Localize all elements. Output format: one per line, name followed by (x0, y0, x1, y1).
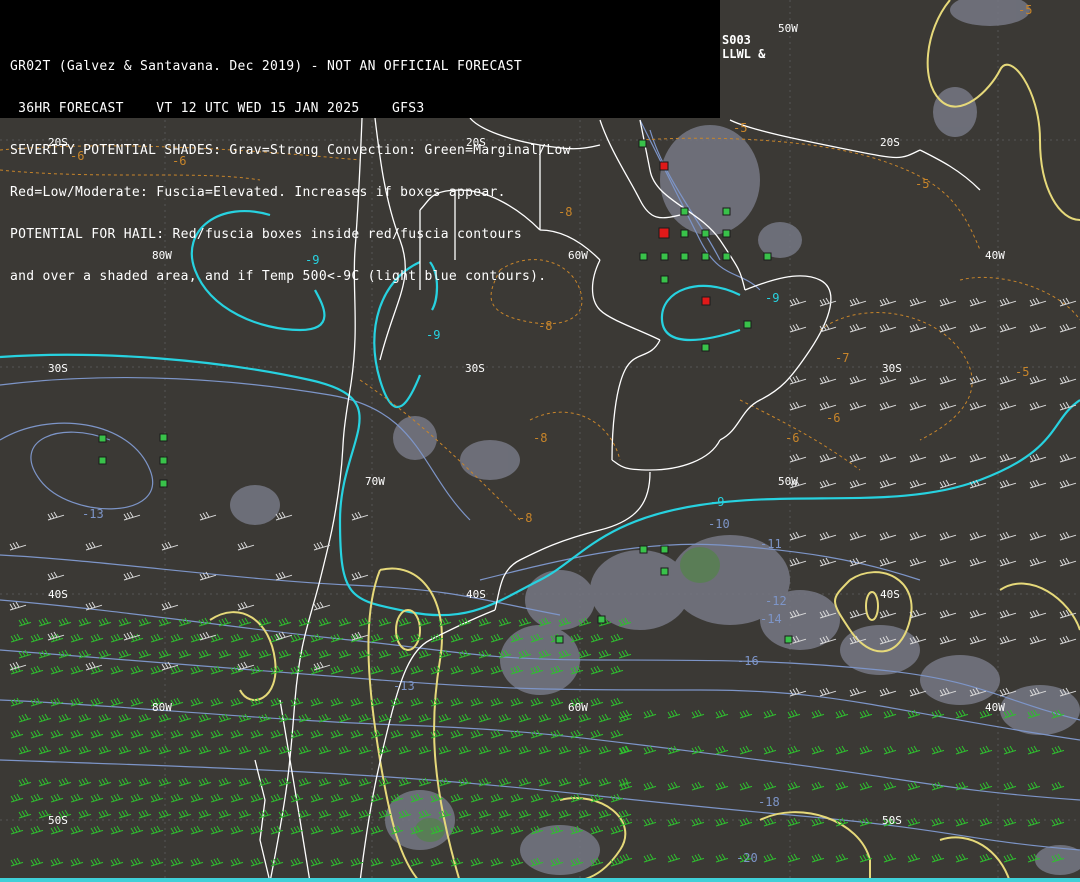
temp-contour-label: -13 (82, 507, 104, 521)
forecast-header: GR02T (Galvez & Santavana. Dec 2019) - N… (0, 0, 720, 284)
temp-contour-label: -5 (733, 121, 747, 135)
grid-label: 30S (48, 362, 68, 375)
temp-contour-label: -6 (785, 431, 799, 445)
temp-contour-label: -9 (710, 495, 724, 509)
grid-label: 60W (568, 701, 588, 714)
grid-label: 20S (880, 136, 900, 149)
temp-contour-label: -13 (393, 679, 415, 693)
temp-contour-label: -5 (1015, 365, 1029, 379)
grid-label: 70W (365, 475, 385, 488)
header-line-1: GR02T (Galvez & Santavana. Dec 2019) - N… (10, 60, 522, 74)
grid-label: 40W (985, 701, 1005, 714)
grid-label: 30S (465, 362, 485, 375)
temp-contour-label: -18 (758, 795, 780, 809)
grid-label: 40S (48, 588, 68, 601)
header-line-4: Red=Low/Moderate: Fuscia=Elevated. Incre… (10, 186, 506, 200)
header-line-2: 36HR FORECAST VT 12 UTC WED 15 JAN 2025 … (10, 102, 425, 116)
bottom-strip (0, 878, 1080, 882)
station-code: S003 LLWL & (722, 33, 765, 61)
station-code-top: S003 (722, 33, 751, 47)
forecast-map: 50W 20S 20S 20S 80W 60W 40W 30S 30S 30S 70W 50W 40S 4… (0, 0, 1080, 882)
temp-contour-label: -5 (915, 177, 929, 191)
temp-contour-label: -7 (835, 351, 849, 365)
grid-label: 40S (880, 588, 900, 601)
temp-contour-label: -9 (765, 291, 779, 305)
temp-contour-label: -8 (533, 431, 547, 445)
grid-label: 50W (778, 475, 798, 488)
grid-label: 50S (48, 814, 68, 827)
temp-contour-label: -16 (737, 654, 759, 668)
temp-contour-label: -5 (1018, 3, 1032, 17)
temp-contour-label: -8 (538, 319, 552, 333)
temp-contour-label: -12 (765, 594, 787, 608)
temp-contour-label: -20 (736, 851, 758, 865)
grid-label: 40S (466, 588, 486, 601)
temp-contour-label: -10 (708, 517, 730, 531)
temp-contour-label: -8 (518, 511, 532, 525)
station-code-bottom: LLWL & (722, 47, 766, 61)
grid-label: 30S (882, 362, 902, 375)
temp-contour-label: -6 (826, 411, 840, 425)
temp-contour-label: -11 (760, 537, 782, 551)
header-line-6: and over a shaded area, and if Temp 500<… (10, 270, 547, 284)
grid-label: 40W (985, 249, 1005, 262)
grid-label: 80W (152, 701, 172, 714)
temp-contour-label: -9 (426, 328, 440, 342)
grid-label: 50S (882, 814, 902, 827)
temp-contour-label: -14 (760, 612, 782, 626)
header-line-5: POTENTIAL FOR HAIL: Red/fuscia boxes ins… (10, 228, 522, 242)
grid-label: 50W (778, 22, 798, 35)
header-line-3: SEVERITY POTENTIAL SHADES: Grav=Strong C… (10, 144, 571, 158)
